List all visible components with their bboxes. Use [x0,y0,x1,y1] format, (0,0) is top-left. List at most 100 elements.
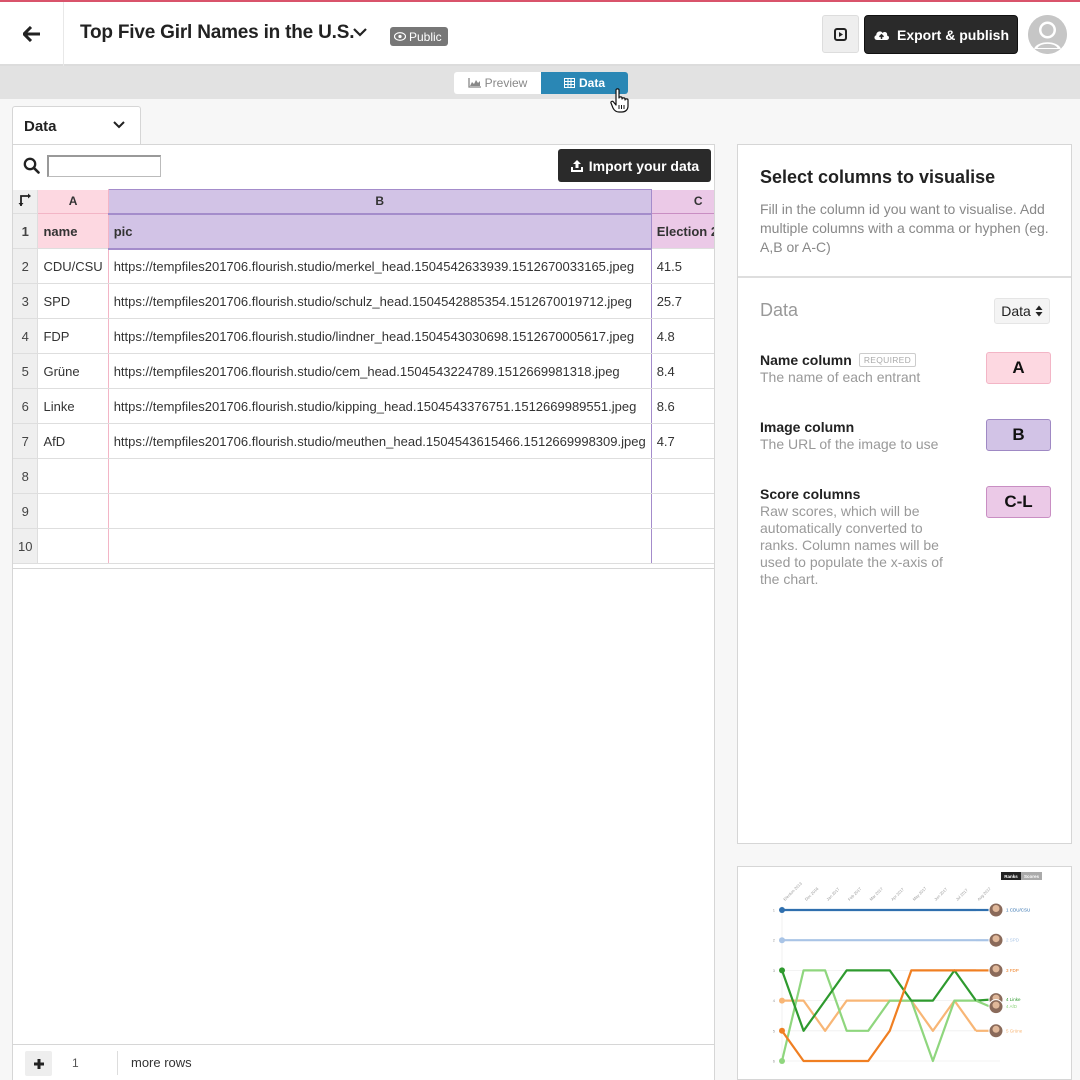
tab-preview[interactable]: Preview [454,72,541,94]
rows-count-input[interactable] [68,1051,118,1075]
score-columns-description: Raw scores, which will be automatically … [760,503,943,587]
row-number[interactable]: 8 [13,458,39,494]
search-input[interactable] [47,155,161,177]
back-button[interactable] [0,2,64,66]
row-number[interactable]: 3 [13,283,39,319]
table-row: 2 CDU/CSU https://tempfiles201706.flouri… [13,248,714,284]
column-header-b[interactable]: B [107,189,652,215]
toggle-scores[interactable]: Scores [1024,874,1040,879]
toggle-ranks[interactable]: Ranks [1004,874,1018,879]
cell[interactable] [37,493,109,529]
cell[interactable]: name [37,213,109,249]
cell[interactable]: pic [107,213,652,250]
cell[interactable]: https://tempfiles201706.flourish.studio/… [107,353,652,389]
y-tick-label: 3 [773,968,776,973]
visibility-badge[interactable]: Public [390,27,448,46]
cell[interactable]: Linke [37,388,109,424]
name-column-description: The name of each entrant [760,369,921,385]
export-label: Export & publish [897,26,1009,43]
transpose-button[interactable] [13,189,39,214]
cell[interactable] [107,528,652,564]
cell[interactable]: 4.7 [650,423,714,459]
visibility-label: Public [409,29,442,44]
image-column-input[interactable]: B [986,419,1051,451]
cell[interactable]: Election 2013 [650,213,714,249]
x-tick-label: Jun 2017 [933,886,949,902]
cell[interactable]: CDU/CSU [37,248,109,284]
cell[interactable]: https://tempfiles201706.flourish.studio/… [107,283,652,319]
chart-preview-thumbnail[interactable]: Ranks Scores Election 2013 Dec 2016 Jan 20… [737,866,1072,1080]
column-header-c[interactable]: C [650,189,714,214]
row-number[interactable]: 6 [13,388,39,424]
y-tick-label: 6 [773,1059,776,1064]
x-tick-label: Feb 2017 [847,886,863,902]
ranks-scores-toggle[interactable]: Ranks Scores [1001,872,1042,880]
entrant-face [992,1001,1000,1009]
visualisation-title[interactable]: Top Five Girl Names in the U.S. [80,22,354,44]
row-number[interactable]: 7 [13,423,39,459]
column-header-a[interactable]: A [37,189,109,214]
cell[interactable] [37,458,109,494]
x-tick-label: Mar 2017 [868,886,884,902]
upload-icon [570,159,583,172]
hand-cursor-icon [610,88,629,113]
cell[interactable]: SPD [37,283,109,319]
chevron-down-icon[interactable] [352,26,368,38]
series-tail [975,999,991,1008]
cell[interactable]: Grüne [37,353,109,389]
row-number[interactable]: 4 [13,318,39,354]
name-column-input[interactable]: A [986,352,1051,384]
series-end-label: 5 Grüne [1006,1028,1023,1033]
add-rows-button[interactable] [25,1051,52,1076]
cell[interactable]: AfD [37,423,109,459]
cell[interactable]: https://tempfiles201706.flourish.studio/… [107,388,652,424]
row-number[interactable]: 10 [13,528,39,564]
image-column-field: Image column The URL of the image to use… [760,419,1051,453]
cell[interactable]: https://tempfiles201706.flourish.studio/… [107,423,652,459]
cell[interactable] [650,458,714,494]
cell[interactable]: 25.7 [650,283,714,319]
cell[interactable] [107,458,652,494]
user-icon [1028,15,1067,54]
import-data-button[interactable]: Import your data [558,149,711,182]
cell[interactable]: 8.4 [650,353,714,389]
cell[interactable] [37,528,109,564]
cell[interactable] [107,493,652,529]
mode-switch: Preview Data [454,72,628,94]
play-square-icon [834,27,847,41]
sheet-tab-data[interactable]: Data [12,106,141,145]
cell[interactable]: 4.8 [650,318,714,354]
user-avatar[interactable] [1028,15,1067,54]
import-label: Import your data [588,157,700,174]
cell[interactable]: https://tempfiles201706.flourish.studio/… [107,248,652,284]
cell[interactable]: 41.5 [650,248,714,284]
cloud-upload-icon [874,31,890,40]
more-rows-label: more rows [131,1055,192,1070]
present-button[interactable] [822,15,859,53]
grid-bottom-divider [13,568,714,569]
export-publish-button[interactable]: Export & publish [864,15,1018,54]
row-number[interactable]: 1 [13,213,39,249]
name-column-field: Name column REQUIRED The name of each en… [760,352,1051,386]
row-number[interactable]: 9 [13,493,39,529]
cell[interactable]: FDP [37,318,109,354]
row-number[interactable]: 2 [13,248,39,284]
table-row: 5 Grüne https://tempfiles201706.flourish… [13,353,714,389]
search-icon [23,157,40,174]
cell[interactable] [650,528,714,564]
table-row: 6 Linke https://tempfiles201706.flourish… [13,388,714,424]
x-tick-label: Apr 2017 [890,886,906,902]
score-columns-field: Score columns Raw scores, which will be … [760,486,1051,588]
x-axis-labels: Election 2013 Dec 2016 Jan 2017 Feb 2017 Mar… [782,880,992,901]
score-columns-input[interactable]: C-L [986,486,1051,518]
mode-bar: Preview Data [0,66,1080,99]
series-start-point [779,907,785,913]
row-number[interactable]: 5 [13,353,39,389]
arrow-left-icon [22,26,40,42]
sheet-select[interactable]: Data [994,298,1050,324]
cell[interactable]: 8.6 [650,388,714,424]
series-end-label: 4 AfD [1006,1004,1018,1009]
cell[interactable] [650,493,714,529]
cell[interactable]: https://tempfiles201706.flourish.studio/… [107,318,652,354]
table-row: 9 [13,493,714,529]
